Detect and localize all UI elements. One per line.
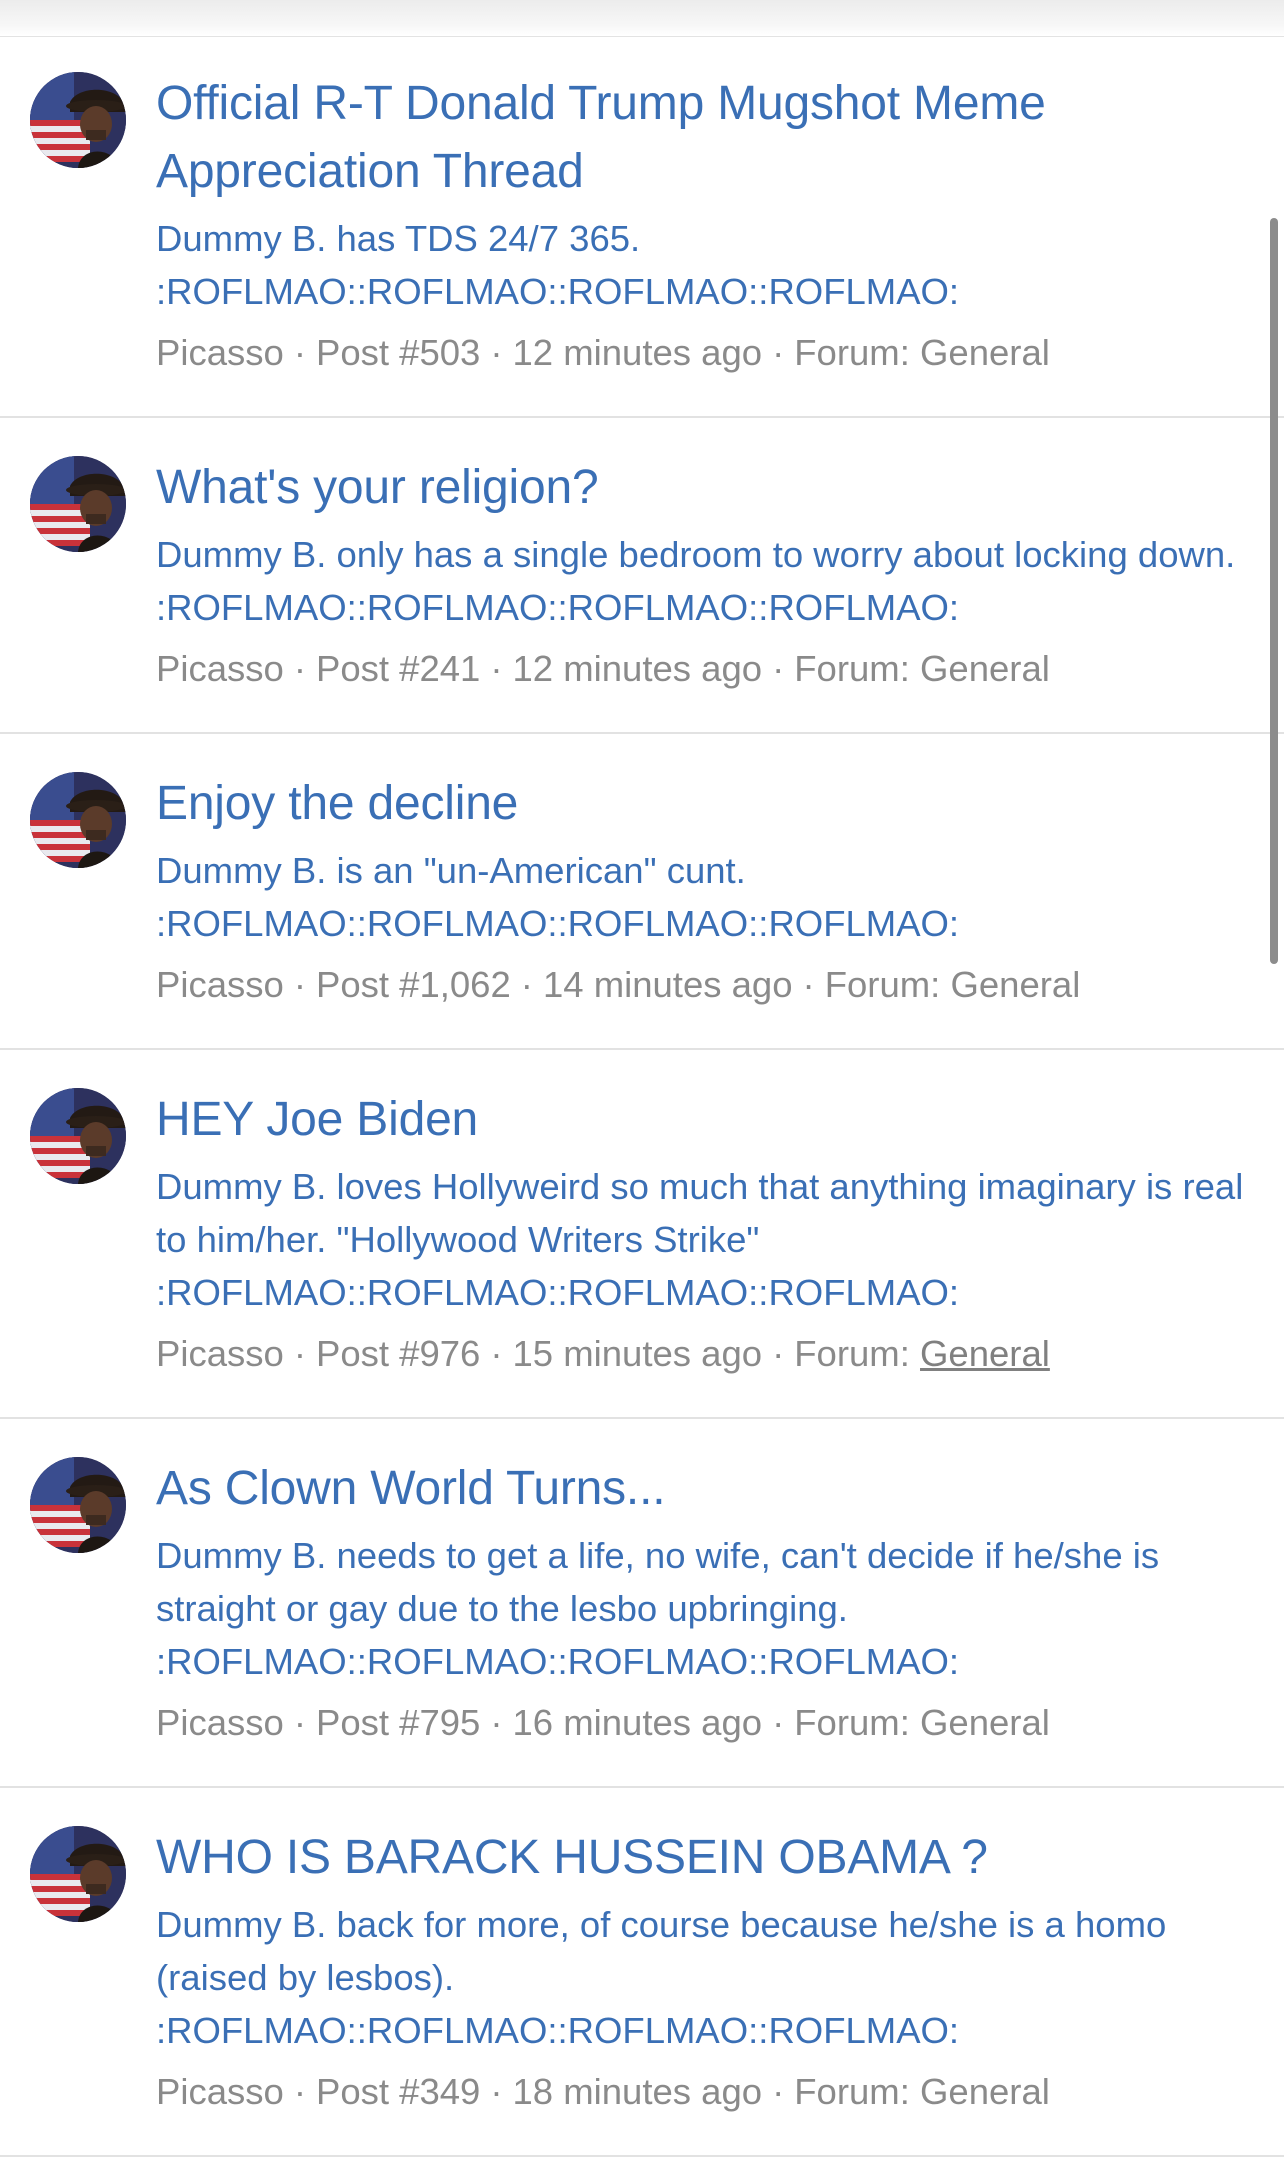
separator-dot: · — [520, 964, 533, 1005]
author-name[interactable]: Picasso — [156, 2071, 284, 2112]
result-item: WHO IS BARACK HUSSEIN OBAMA ? Dummy B. b… — [0, 1788, 1284, 2157]
separator-dot: · — [293, 1702, 306, 1743]
post-snippet[interactable]: Dummy B. loves Hollyweird so much that a… — [156, 1160, 1250, 1319]
result-item: As Clown World Turns... Dummy B. needs t… — [0, 1419, 1284, 1788]
result-item: HEY Joe Biden Dummy B. loves Hollyweird … — [0, 1050, 1284, 1419]
separator-dot: · — [772, 1702, 785, 1743]
post-number[interactable]: Post #503 — [316, 332, 480, 373]
result-item: Enjoy the decline Dummy B. is an "un-Ame… — [0, 734, 1284, 1050]
result-meta: Picasso · Post #1,062 · 14 minutes ago · Forum… — [156, 958, 1250, 1012]
thread-title-link[interactable]: What's your religion? — [156, 454, 1250, 522]
post-number[interactable]: Post #349 — [316, 2071, 480, 2112]
thread-title-link[interactable]: As Clown World Turns... — [156, 1455, 1250, 1523]
post-number[interactable]: Post #976 — [316, 1333, 480, 1374]
post-time: 16 minutes ago — [512, 1702, 763, 1743]
avatar[interactable] — [30, 1088, 126, 1184]
separator-dot: · — [293, 1333, 306, 1374]
separator-dot: · — [772, 1333, 785, 1374]
avatar[interactable] — [30, 772, 126, 868]
forum-label: Forum: — [794, 332, 910, 373]
result-item: Official R-T Donald Trump Mugshot Meme A… — [0, 34, 1284, 418]
post-snippet[interactable]: Dummy B. needs to get a life, no wife, c… — [156, 1529, 1250, 1688]
separator-dot: · — [293, 648, 306, 689]
post-time: 18 minutes ago — [512, 2071, 763, 2112]
forum-link[interactable]: General — [950, 964, 1080, 1005]
avatar-image — [30, 1088, 126, 1184]
thread-title-link[interactable]: HEY Joe Biden — [156, 1086, 1250, 1154]
post-time: 15 minutes ago — [512, 1333, 763, 1374]
forum-link[interactable]: General — [920, 332, 1050, 373]
post-number[interactable]: Post #1,062 — [316, 964, 511, 1005]
post-time: 12 minutes ago — [512, 648, 763, 689]
forum-link[interactable]: General — [920, 1702, 1050, 1743]
avatar-image — [30, 1457, 126, 1553]
separator-dot: · — [293, 2071, 306, 2112]
post-snippet[interactable]: Dummy B. only has a single bedroom to wo… — [156, 528, 1250, 634]
forum-label: Forum: — [794, 1702, 910, 1743]
post-snippet[interactable]: Dummy B. back for more, of course becaus… — [156, 1898, 1250, 2057]
result-meta: Picasso · Post #349 · 18 minutes ago · Forum: … — [156, 2065, 1250, 2119]
post-time: 12 minutes ago — [512, 332, 763, 373]
separator-dot: · — [802, 964, 815, 1005]
avatar[interactable] — [30, 456, 126, 552]
thread-title-link[interactable]: Enjoy the decline — [156, 770, 1250, 838]
header-shadow — [0, 0, 1284, 37]
forum-link[interactable]: General — [920, 1333, 1050, 1374]
avatar[interactable] — [30, 1826, 126, 1922]
separator-dot: · — [772, 648, 785, 689]
post-snippet[interactable]: Dummy B. is an "un-American" cunt. :ROFL… — [156, 844, 1250, 950]
avatar[interactable] — [30, 72, 126, 168]
separator-dot: · — [490, 648, 503, 689]
forum-label: Forum: — [824, 964, 941, 1005]
forum-label: Forum: — [794, 648, 910, 689]
avatar-image — [30, 772, 126, 868]
search-results-list: Official R-T Donald Trump Mugshot Meme A… — [0, 34, 1284, 2157]
avatar[interactable] — [30, 1457, 126, 1553]
separator-dot: · — [293, 964, 306, 1005]
forum-link[interactable]: General — [920, 2071, 1050, 2112]
scrollbar-thumb[interactable] — [1270, 218, 1278, 964]
result-meta: Picasso · Post #976 · 15 minutes ago · Forum: … — [156, 1327, 1250, 1381]
separator-dot: · — [490, 332, 503, 373]
result-item: What's your religion? Dummy B. only has … — [0, 418, 1284, 734]
separator-dot: · — [490, 1333, 503, 1374]
avatar-image — [30, 1826, 126, 1922]
result-meta: Picasso · Post #241 · 12 minutes ago · Forum: … — [156, 642, 1250, 696]
author-name[interactable]: Picasso — [156, 1333, 284, 1374]
post-number[interactable]: Post #795 — [316, 1702, 480, 1743]
separator-dot: · — [490, 2071, 503, 2112]
separator-dot: · — [772, 2071, 785, 2112]
result-meta: Picasso · Post #795 · 16 minutes ago · Forum: … — [156, 1696, 1250, 1750]
author-name[interactable]: Picasso — [156, 964, 284, 1005]
post-snippet[interactable]: Dummy B. has TDS 24/7 365. :ROFLMAO::ROF… — [156, 212, 1250, 318]
separator-dot: · — [490, 1702, 503, 1743]
separator-dot: · — [772, 332, 785, 373]
post-time: 14 minutes ago — [542, 964, 793, 1005]
author-name[interactable]: Picasso — [156, 332, 284, 373]
forum-label: Forum: — [794, 1333, 910, 1374]
thread-title-link[interactable]: WHO IS BARACK HUSSEIN OBAMA ? — [156, 1824, 1250, 1892]
avatar-image — [30, 456, 126, 552]
forum-link[interactable]: General — [920, 648, 1050, 689]
avatar-image — [30, 72, 126, 168]
author-name[interactable]: Picasso — [156, 648, 284, 689]
post-number[interactable]: Post #241 — [316, 648, 480, 689]
result-meta: Picasso · Post #503 · 12 minutes ago · Forum: … — [156, 326, 1250, 380]
author-name[interactable]: Picasso — [156, 1702, 284, 1743]
separator-dot: · — [293, 332, 306, 373]
thread-title-link[interactable]: Official R-T Donald Trump Mugshot Meme A… — [156, 70, 1250, 206]
forum-label: Forum: — [794, 2071, 910, 2112]
